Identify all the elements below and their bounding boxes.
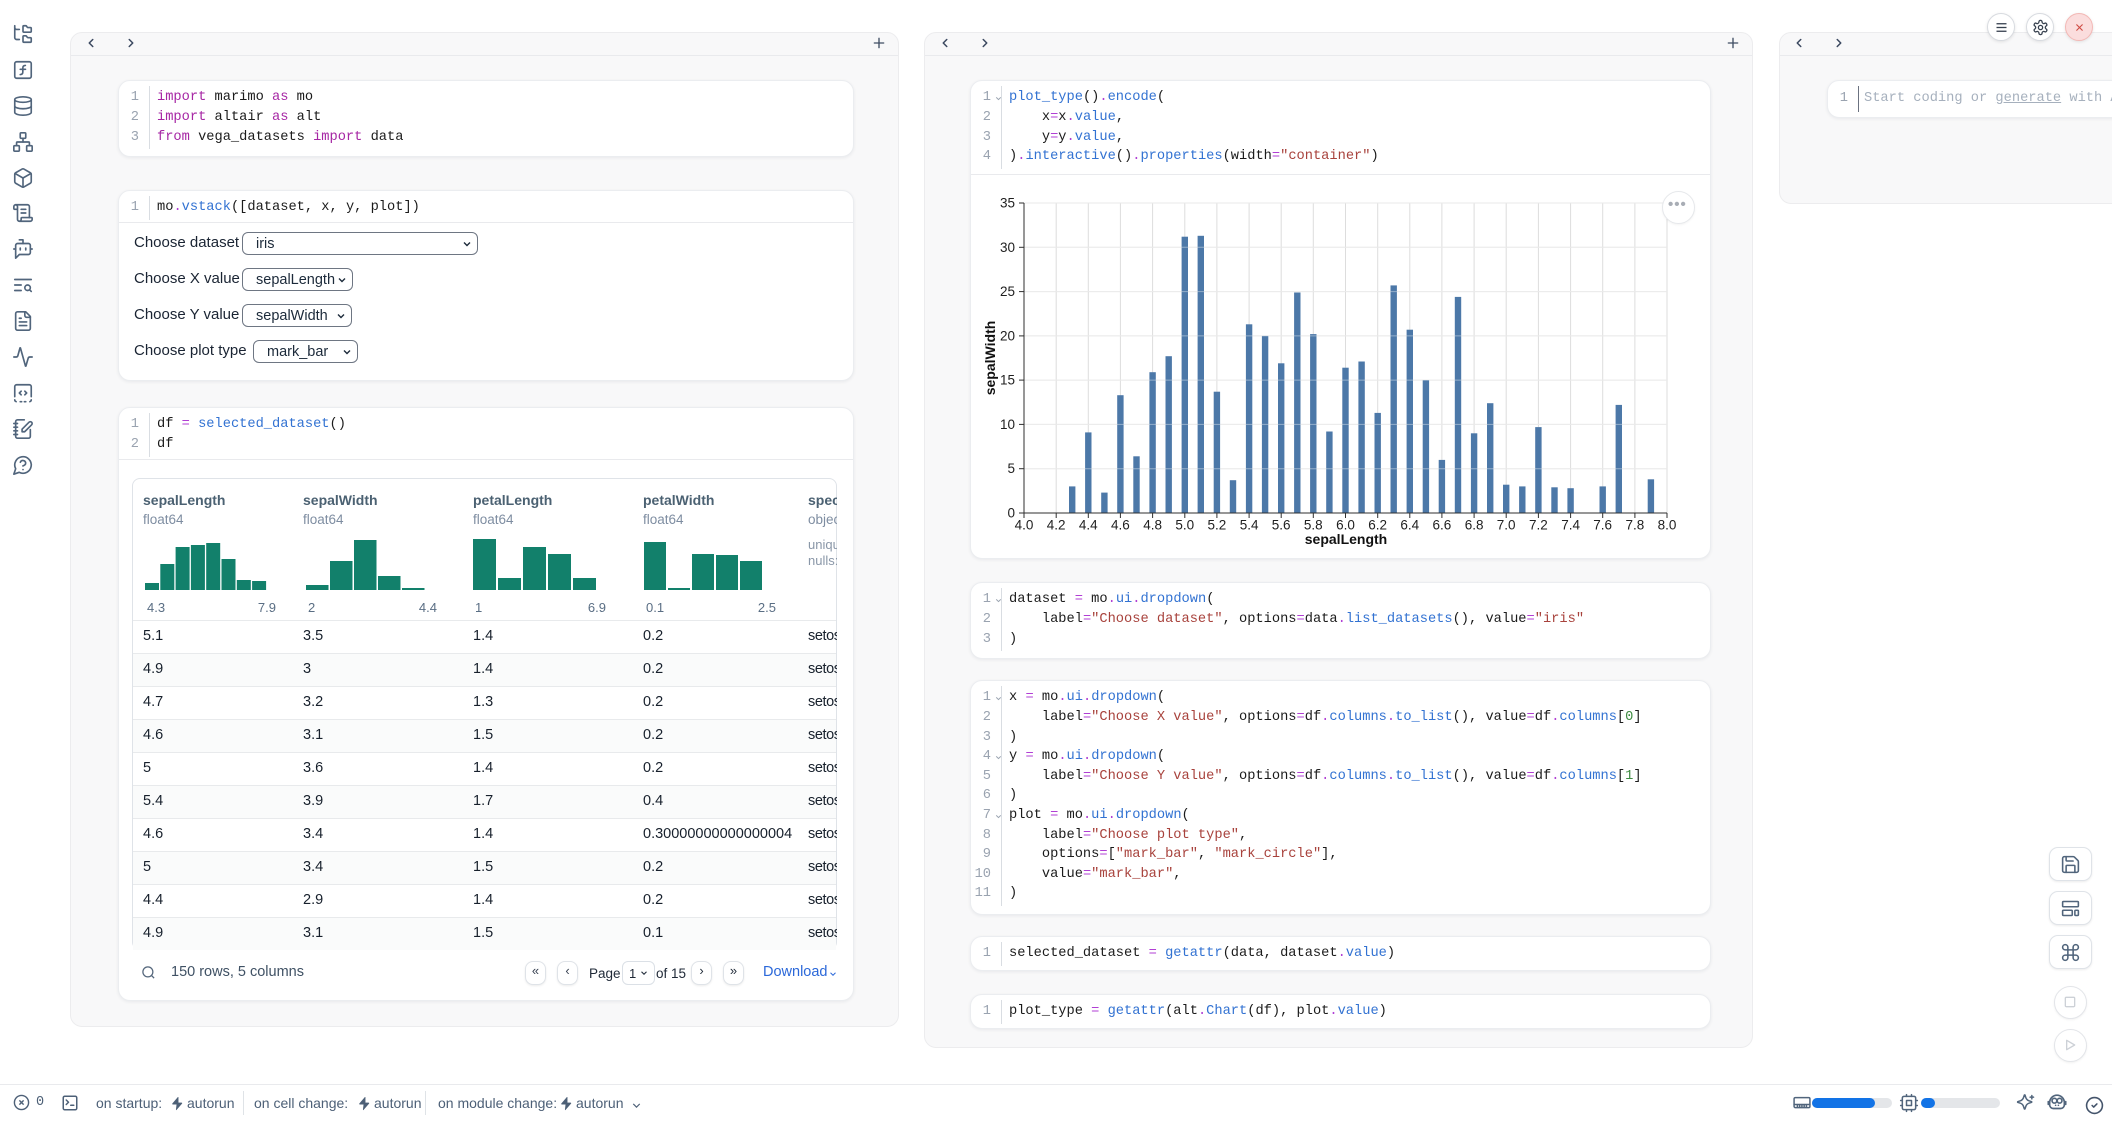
svg-text:0: 0 bbox=[1007, 506, 1015, 521]
svg-text:10: 10 bbox=[1000, 417, 1015, 432]
svg-text:4.8: 4.8 bbox=[1143, 518, 1162, 533]
svg-text:5.0: 5.0 bbox=[1175, 518, 1194, 533]
svg-text:sepalWidth: sepalWidth bbox=[982, 321, 998, 396]
svg-text:6.4: 6.4 bbox=[1400, 518, 1419, 533]
svg-text:5: 5 bbox=[1007, 461, 1015, 476]
svg-text:30: 30 bbox=[1000, 240, 1015, 255]
svg-text:15: 15 bbox=[1000, 373, 1015, 388]
svg-text:5.2: 5.2 bbox=[1208, 518, 1227, 533]
svg-text:4.2: 4.2 bbox=[1047, 518, 1066, 533]
svg-text:8.0: 8.0 bbox=[1658, 518, 1677, 533]
svg-text:6.6: 6.6 bbox=[1433, 518, 1452, 533]
svg-text:7.6: 7.6 bbox=[1593, 518, 1612, 533]
svg-text:7.2: 7.2 bbox=[1529, 518, 1548, 533]
svg-text:5.6: 5.6 bbox=[1272, 518, 1291, 533]
svg-text:6.8: 6.8 bbox=[1465, 518, 1484, 533]
svg-text:4.0: 4.0 bbox=[1015, 518, 1034, 533]
svg-text:25: 25 bbox=[1000, 284, 1015, 299]
svg-text:7.8: 7.8 bbox=[1626, 518, 1645, 533]
svg-text:5.4: 5.4 bbox=[1240, 518, 1259, 533]
svg-text:20: 20 bbox=[1000, 328, 1015, 343]
svg-text:4.6: 4.6 bbox=[1111, 518, 1130, 533]
svg-text:35: 35 bbox=[1000, 196, 1015, 211]
svg-text:7.0: 7.0 bbox=[1497, 518, 1516, 533]
svg-text:sepalLength: sepalLength bbox=[1305, 531, 1387, 547]
svg-text:4.4: 4.4 bbox=[1079, 518, 1098, 533]
svg-text:7.4: 7.4 bbox=[1561, 518, 1580, 533]
